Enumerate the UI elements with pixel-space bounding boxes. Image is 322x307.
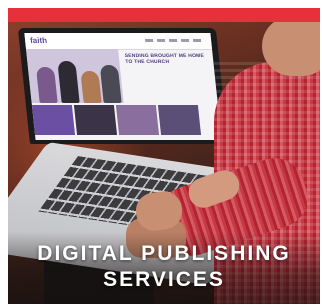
tile-title-line-2: SERVICES <box>103 268 225 291</box>
website-tiles <box>31 105 221 135</box>
tile-title-line-1: DIGITAL PUBLISHING <box>37 242 291 265</box>
website-header: faith <box>24 33 213 50</box>
person-head <box>262 22 320 76</box>
accent-bar <box>8 8 320 22</box>
laptop-screen: faith SENDING BROUGHT ME HOME TO THE CHU… <box>24 33 222 140</box>
website-tile-1 <box>31 105 76 135</box>
website-headline: SENDING BROUGHT ME HOME TO THE CHURCH <box>124 53 205 65</box>
website-nav <box>144 39 206 42</box>
website-logo: faith <box>29 36 48 45</box>
hero-person-3 <box>80 71 102 103</box>
hero-person-2 <box>57 61 80 103</box>
hero-person-4 <box>99 65 122 103</box>
website-tile-2 <box>73 105 118 135</box>
website-tile-4 <box>157 105 202 135</box>
website-tile-3 <box>115 105 160 135</box>
laptop-screen-frame: faith SENDING BROUGHT ME HOME TO THE CHU… <box>17 28 229 144</box>
website-hero-image <box>26 49 124 103</box>
service-tile[interactable]: faith SENDING BROUGHT ME HOME TO THE CHU… <box>8 8 320 304</box>
hero-person-1 <box>35 67 58 103</box>
